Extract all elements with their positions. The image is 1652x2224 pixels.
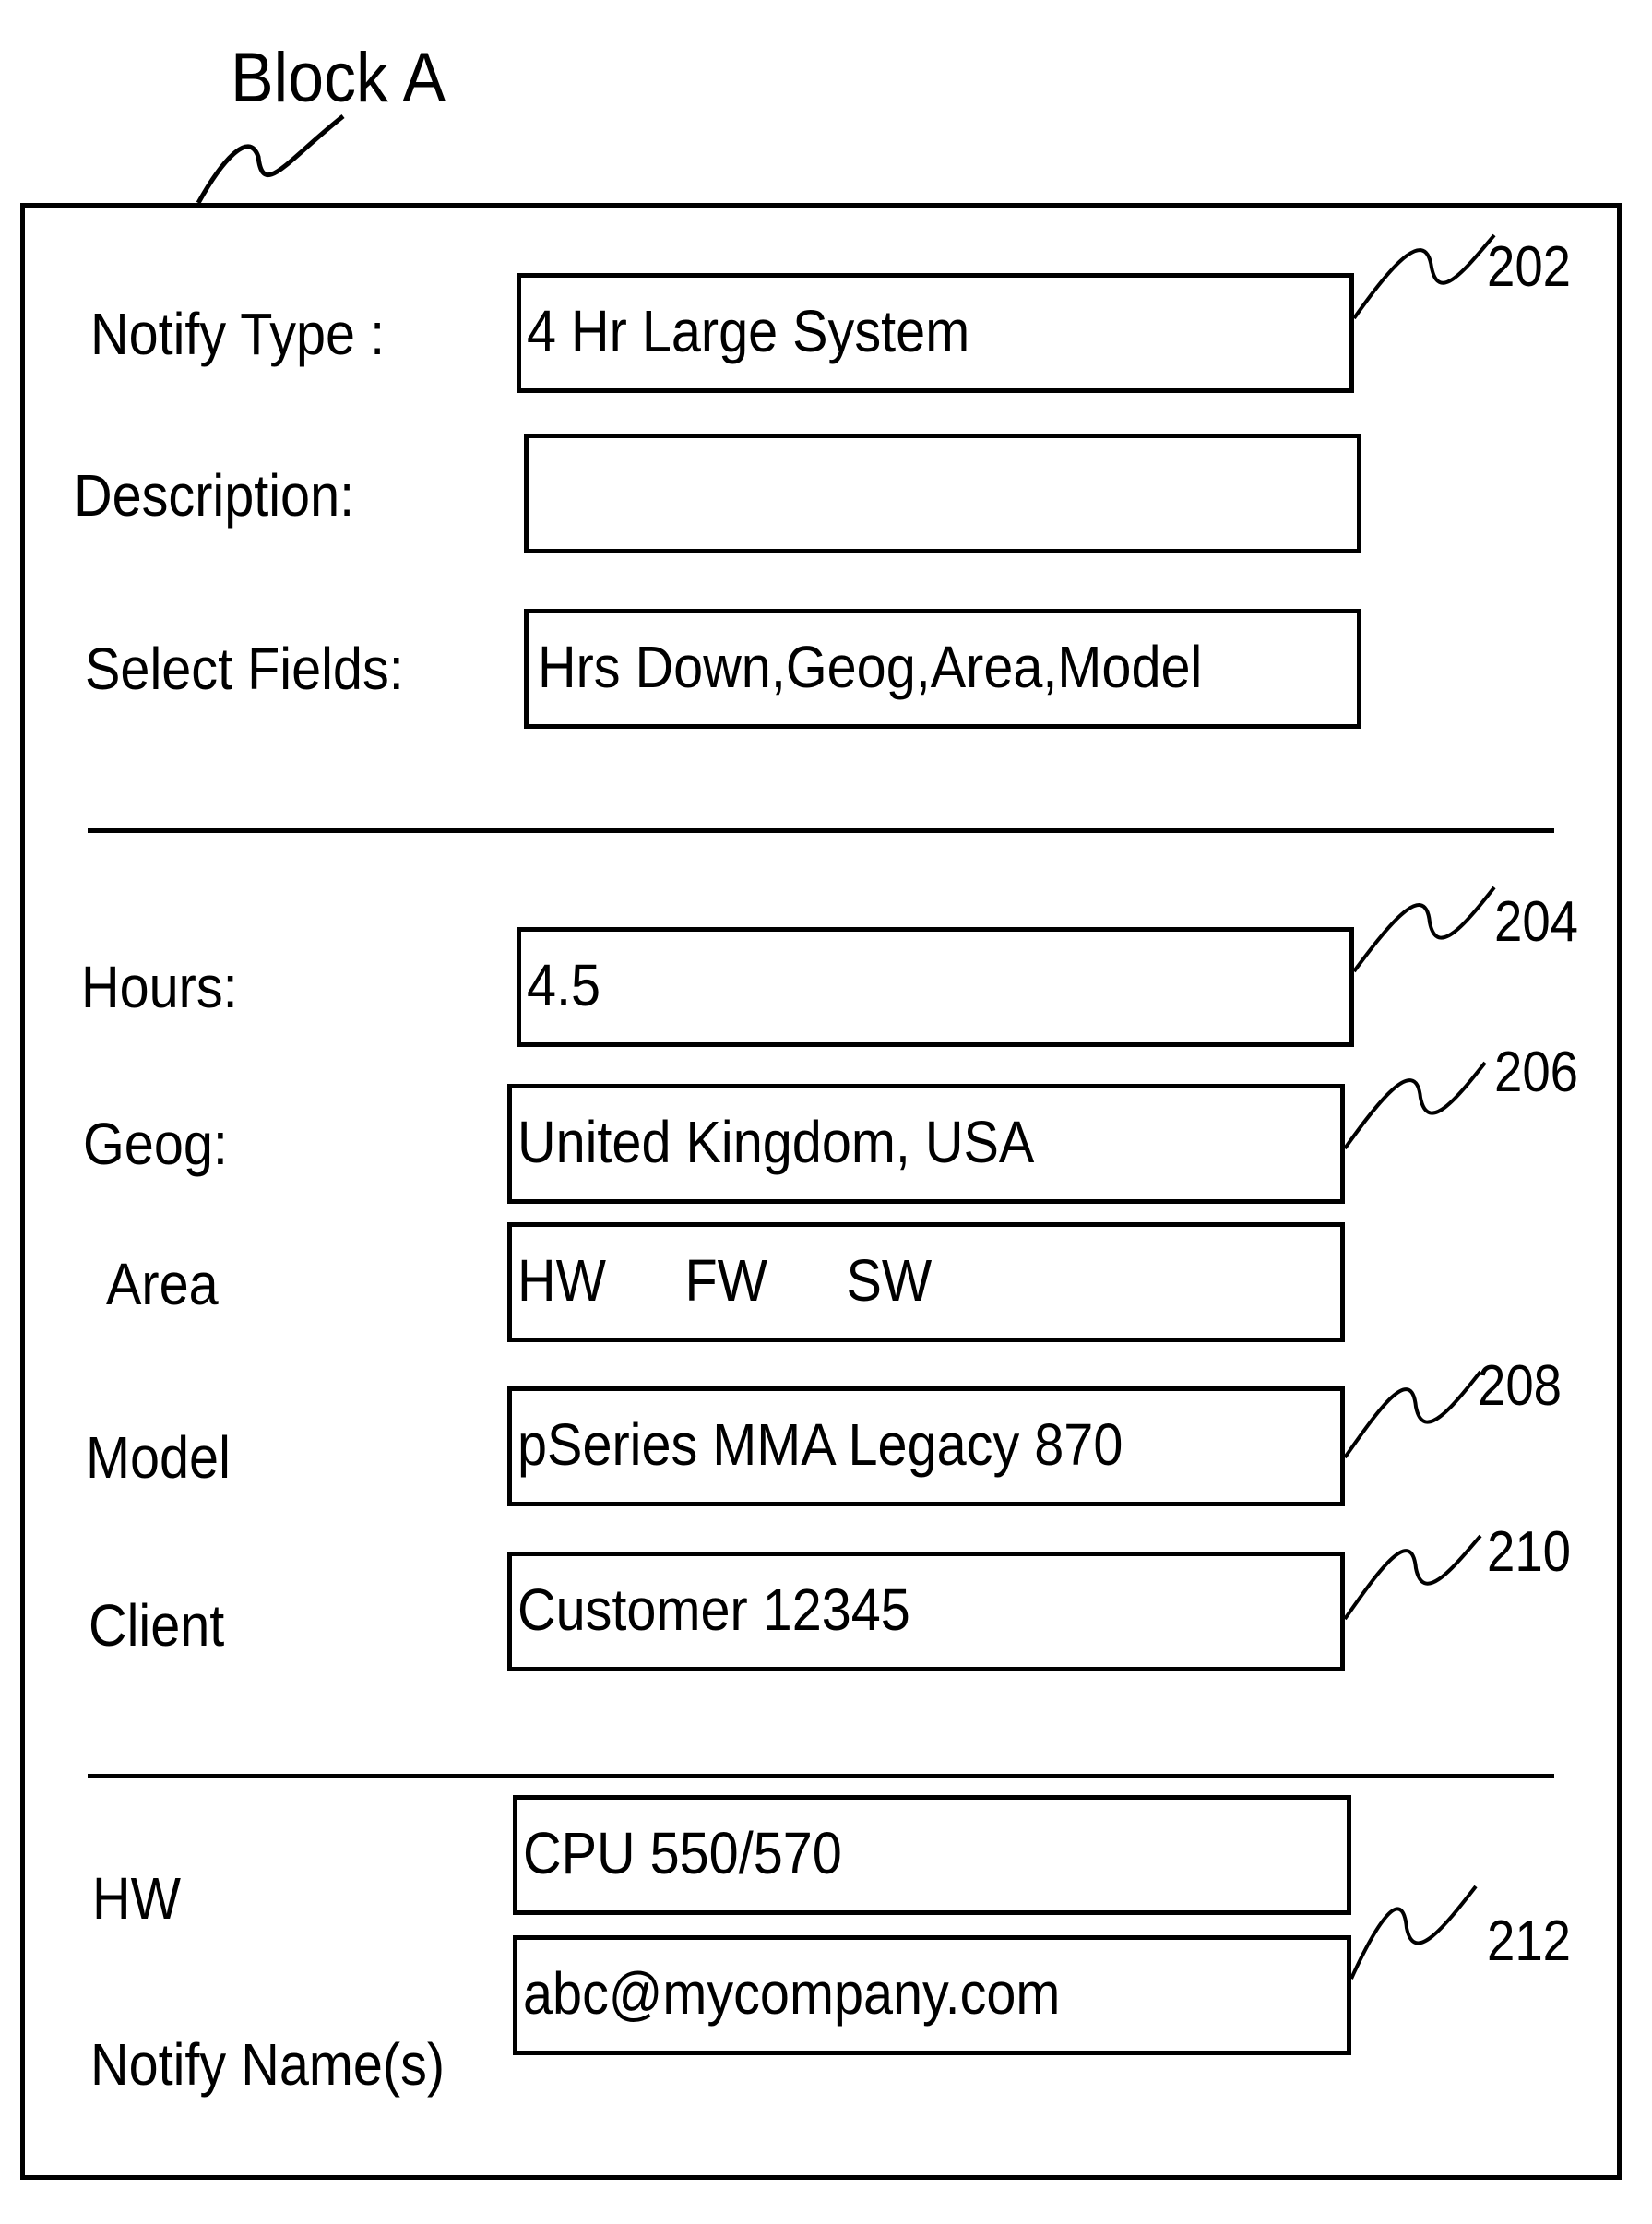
description-label: Description: bbox=[74, 462, 355, 529]
notify-type-value: 4 Hr Large System bbox=[527, 298, 970, 364]
section-divider-1 bbox=[88, 828, 1554, 833]
select-fields-field[interactable]: Hrs Down,Geog,Area,Model bbox=[524, 609, 1361, 729]
area-option-fw[interactable]: FW bbox=[684, 1243, 767, 1317]
select-fields-label: Select Fields: bbox=[85, 636, 404, 702]
model-field[interactable]: pSeries MMA Legacy 870 bbox=[507, 1386, 1345, 1506]
hw-label: HW bbox=[92, 1865, 181, 1932]
geog-label: Geog: bbox=[83, 1111, 228, 1177]
block-a-leader bbox=[196, 114, 345, 205]
client-value: Customer 12345 bbox=[517, 1576, 910, 1643]
description-field[interactable] bbox=[524, 434, 1361, 553]
ref-204: 204 bbox=[1494, 890, 1579, 954]
notify-names-label: Notify Name(s) bbox=[90, 2031, 446, 2098]
area-label: Area bbox=[106, 1251, 219, 1317]
notify-names-value: abc@mycompany.com bbox=[523, 1960, 1061, 2027]
client-label: Client bbox=[89, 1592, 225, 1659]
notify-type-field[interactable]: 4 Hr Large System bbox=[517, 273, 1354, 393]
geog-value: United Kingdom, USA bbox=[517, 1109, 1035, 1175]
hw-value: CPU 550/570 bbox=[523, 1820, 842, 1886]
model-label: Model bbox=[86, 1424, 231, 1491]
area-option-hw[interactable]: HW bbox=[517, 1243, 606, 1317]
notify-names-field[interactable]: abc@mycompany.com bbox=[513, 1935, 1351, 2055]
hw-field[interactable]: CPU 550/570 bbox=[513, 1795, 1351, 1915]
model-value: pSeries MMA Legacy 870 bbox=[517, 1411, 1123, 1478]
notify-type-label: Notify Type : bbox=[90, 301, 386, 367]
geog-field[interactable]: United Kingdom, USA bbox=[507, 1084, 1345, 1204]
ref-212: 212 bbox=[1487, 1909, 1572, 1973]
hours-label: Hours: bbox=[81, 954, 238, 1020]
area-options: HW FW SW bbox=[517, 1243, 1011, 1317]
ref-202: 202 bbox=[1487, 235, 1572, 299]
ref-206: 206 bbox=[1494, 1041, 1579, 1104]
ref-210: 210 bbox=[1487, 1520, 1572, 1584]
section-divider-2 bbox=[88, 1774, 1554, 1778]
hours-field[interactable]: 4.5 bbox=[517, 927, 1354, 1047]
area-option-sw[interactable]: SW bbox=[847, 1243, 933, 1317]
select-fields-value: Hrs Down,Geog,Area,Model bbox=[538, 634, 1203, 700]
ref-208: 208 bbox=[1478, 1354, 1563, 1418]
area-field[interactable]: HW FW SW bbox=[507, 1222, 1345, 1342]
figure-title: Block A bbox=[231, 39, 446, 117]
hours-value: 4.5 bbox=[527, 952, 601, 1018]
client-field[interactable]: Customer 12345 bbox=[507, 1552, 1345, 1671]
